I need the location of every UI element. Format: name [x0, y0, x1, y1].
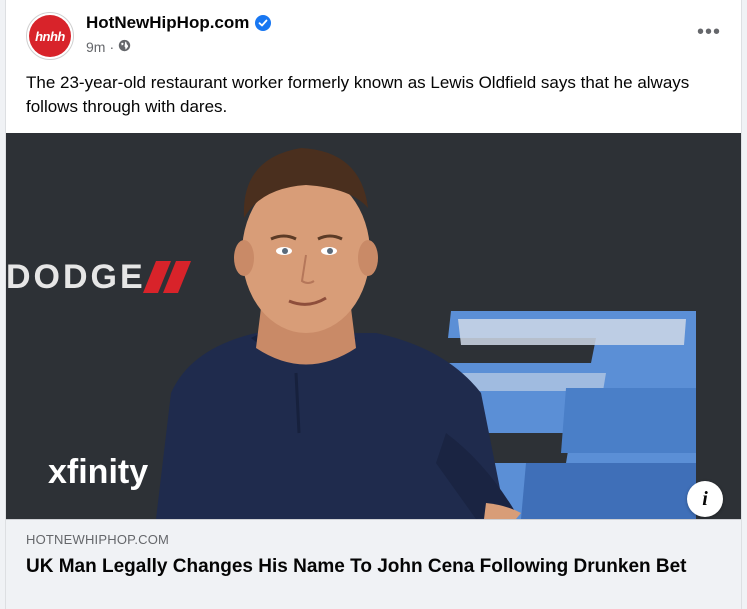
- info-icon[interactable]: i: [687, 481, 723, 517]
- backdrop-dodge-text: DODGE: [6, 258, 146, 296]
- link-preview[interactable]: HOTNEWHIPHOP.COM UK Man Legally Changes …: [6, 519, 741, 609]
- post-header: hnhh HotNewHipHop.com 9m · •••: [6, 0, 741, 62]
- photo-illustration: DODGE xfinity: [6, 133, 741, 519]
- more-options-icon[interactable]: •••: [697, 22, 721, 42]
- backdrop-xfinity-text: xfinity: [48, 453, 148, 491]
- post-timestamp[interactable]: 9m: [86, 39, 105, 55]
- meta-separator: ·: [109, 39, 115, 55]
- facebook-post: hnhh HotNewHipHop.com 9m · ••• The 23-ye…: [5, 0, 742, 609]
- verified-check-icon: [255, 15, 272, 31]
- page-avatar[interactable]: hnhh: [26, 12, 74, 60]
- link-headline[interactable]: UK Man Legally Changes His Name To John …: [26, 554, 716, 579]
- post-caption: The 23-year-old restaurant worker former…: [26, 73, 690, 116]
- page-name-link[interactable]: HotNewHipHop.com: [86, 13, 249, 33]
- link-domain: HOTNEWHIPHOP.COM: [26, 532, 170, 547]
- avatar-logo: hnhh: [29, 15, 71, 57]
- post-image[interactable]: DODGE xfinity i: [6, 133, 741, 519]
- page-name-row: HotNewHipHop.com: [86, 13, 272, 33]
- post-meta: 9m ·: [86, 39, 131, 55]
- globe-icon[interactable]: [118, 39, 131, 55]
